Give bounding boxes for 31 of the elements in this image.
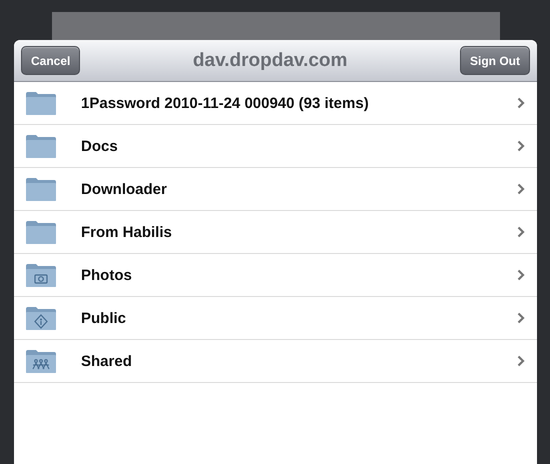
chevron-icon xyxy=(517,355,525,367)
folder-name: From Habilis xyxy=(81,224,173,240)
folder-row[interactable]: Public xyxy=(14,297,537,340)
folder-icon xyxy=(25,176,57,202)
chevron-icon xyxy=(517,97,525,109)
folder-row[interactable]: Downloader xyxy=(14,168,537,211)
chevron-icon xyxy=(517,269,525,281)
folder-icon xyxy=(25,133,57,159)
cancel-button[interactable]: Cancel xyxy=(21,46,80,75)
chevron-icon xyxy=(517,312,525,324)
navigation-title: dav.dropdav.com xyxy=(192,50,348,72)
folder-name: Downloader xyxy=(81,180,168,198)
folder-name: 1Password 2010-11-24 000940 (93 items) xyxy=(81,94,370,112)
public-folder-icon xyxy=(25,305,57,331)
folder-name: Photos xyxy=(81,266,133,284)
shared-folder-icon xyxy=(25,348,57,374)
chevron-icon xyxy=(517,226,525,238)
camera-icon xyxy=(25,262,57,288)
chevron-icon xyxy=(517,183,525,195)
sign-out-button[interactable]: Sign Out xyxy=(460,46,530,75)
folder-row[interactable]: Photos xyxy=(14,254,537,297)
folder-name: Docs xyxy=(81,138,119,154)
folder-icon xyxy=(25,90,57,116)
folder-row[interactable]: Shared xyxy=(14,340,537,383)
folder-name: Public xyxy=(81,310,128,326)
folder-row[interactable]: From Habilis xyxy=(14,211,537,254)
folder-icon xyxy=(25,219,57,245)
chevron-icon xyxy=(517,140,525,152)
folder-row[interactable]: Docs xyxy=(14,125,537,168)
folder-row[interactable]: 1Password 2010-11-24 000940 (93 items) xyxy=(14,82,537,125)
folder-name: Shared xyxy=(81,352,133,370)
